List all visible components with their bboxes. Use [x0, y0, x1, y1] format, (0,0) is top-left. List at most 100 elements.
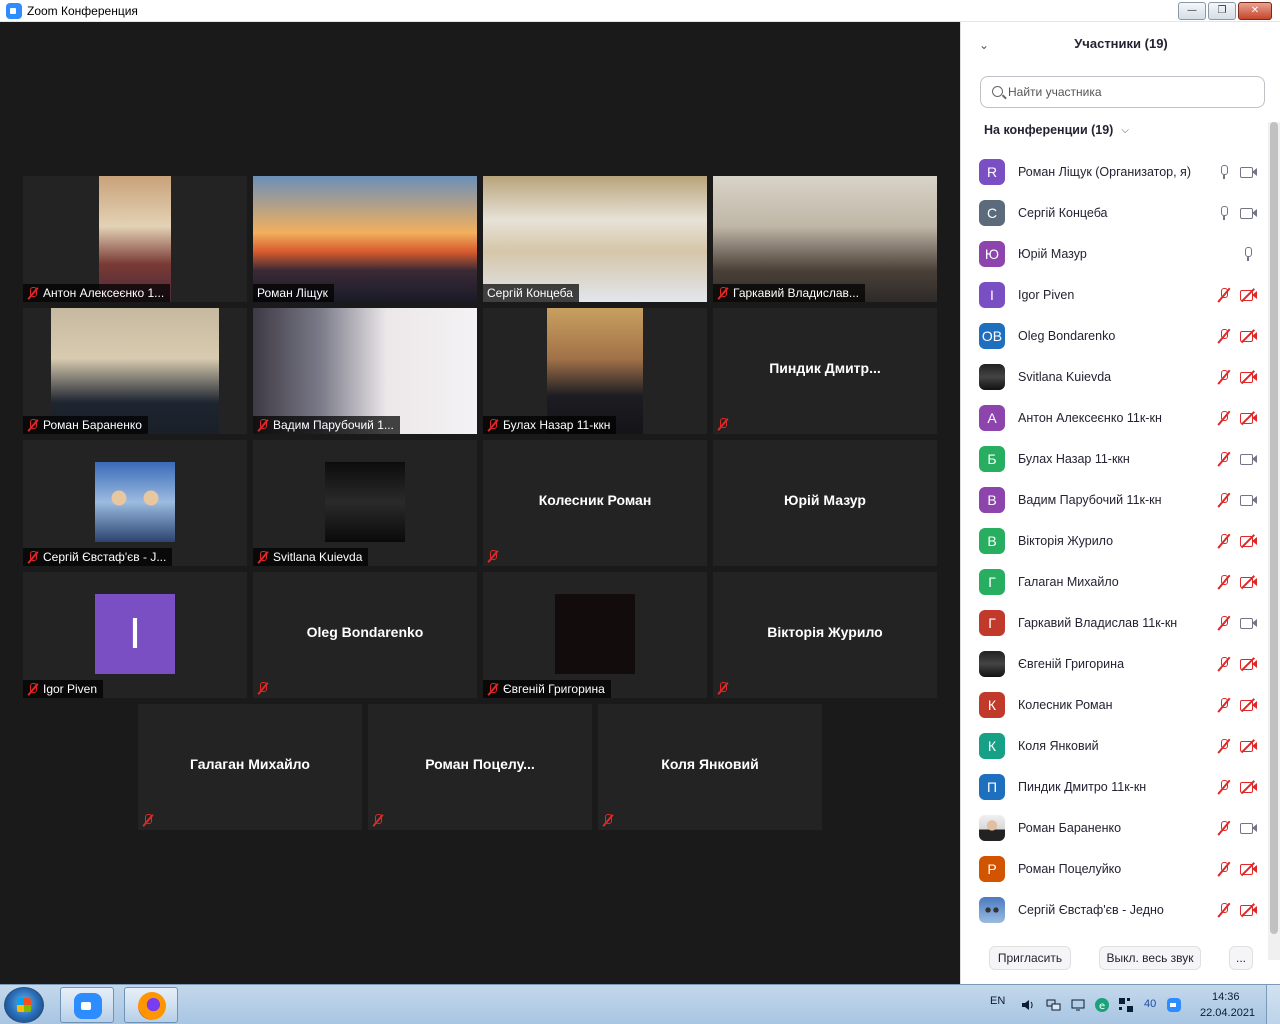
collapse-chevron-icon[interactable]: ⌄: [979, 38, 989, 52]
video-off-icon[interactable]: [1240, 861, 1258, 876]
video-off-icon[interactable]: [1240, 574, 1258, 589]
video-tile[interactable]: Сергій Євстаф'єв - J...: [23, 440, 247, 566]
video-off-icon[interactable]: [1240, 656, 1258, 671]
video-icon[interactable]: [1240, 207, 1258, 219]
language-indicator[interactable]: EN: [990, 995, 1005, 1007]
volume-icon[interactable]: [1020, 997, 1036, 1013]
video-tile[interactable]: Галаган Михайло: [138, 704, 362, 830]
video-tile[interactable]: Юрій Мазур: [713, 440, 937, 566]
video-tile[interactable]: Роман Поцелу...: [368, 704, 592, 830]
participant-row[interactable]: I Igor Piven: [961, 274, 1271, 315]
video-off-icon[interactable]: [1240, 369, 1258, 384]
video-icon[interactable]: [1240, 494, 1258, 506]
video-icon[interactable]: [1240, 822, 1258, 834]
video-tile[interactable]: I Igor Piven: [23, 572, 247, 698]
participant-list-scrollbar[interactable]: [1268, 122, 1280, 960]
mic-muted-icon[interactable]: [1218, 615, 1230, 631]
taskbar-firefox[interactable]: [124, 987, 178, 1023]
video-icon[interactable]: [1240, 453, 1258, 465]
video-tile[interactable]: Антон Алексеєнко 1...: [23, 176, 247, 302]
mic-muted-icon[interactable]: [1218, 820, 1230, 836]
mic-muted-icon[interactable]: [1218, 738, 1230, 754]
participant-row[interactable]: Г Гаркавий Владислав 11к-кн: [961, 602, 1271, 643]
invite-button[interactable]: Пригласить: [989, 946, 1071, 970]
video-off-icon[interactable]: [1240, 287, 1258, 302]
participant-row[interactable]: Б Булах Назар 11-ккн: [961, 438, 1271, 479]
show-desktop-button[interactable]: [1266, 985, 1280, 1024]
participant-row[interactable]: Ю Юрій Мазур: [961, 233, 1271, 274]
mic-muted-icon[interactable]: [1218, 533, 1230, 549]
video-off-icon[interactable]: [1240, 779, 1258, 794]
video-off-icon[interactable]: [1240, 328, 1258, 343]
mic-muted-icon[interactable]: [1218, 328, 1230, 344]
participant-row[interactable]: Євгеній Григорина: [961, 643, 1271, 684]
mic-icon[interactable]: [1218, 164, 1230, 180]
network-icon[interactable]: [1046, 997, 1062, 1013]
participant-row[interactable]: П Пиндик Дмитро 11к-кн: [961, 766, 1271, 807]
mic-muted-icon[interactable]: [1218, 861, 1230, 877]
clock-time[interactable]: 14:36: [1212, 991, 1240, 1003]
mic-muted-icon[interactable]: [1218, 779, 1230, 795]
video-icon[interactable]: [1240, 617, 1258, 629]
mic-muted-icon[interactable]: [1218, 410, 1230, 426]
participant-row[interactable]: А Антон Алексеєнко 11к-кн: [961, 397, 1271, 438]
mute-all-button[interactable]: Выкл. весь звук: [1099, 946, 1201, 970]
video-tile[interactable]: Колесник Роман: [483, 440, 707, 566]
participant-search[interactable]: [980, 76, 1265, 108]
video-tile[interactable]: Роман Бараненко: [23, 308, 247, 434]
video-off-icon[interactable]: [1240, 902, 1258, 917]
participant-row[interactable]: Роман Бараненко: [961, 807, 1271, 848]
mic-muted-icon[interactable]: [1218, 492, 1230, 508]
participant-row[interactable]: OB Oleg Bondarenko: [961, 315, 1271, 356]
video-off-icon[interactable]: [1240, 697, 1258, 712]
participant-row[interactable]: R Роман Ліщук (Организатор, я): [961, 151, 1271, 192]
video-tile[interactable]: Булах Назар 11-ккн: [483, 308, 707, 434]
video-tile[interactable]: Сергій Концеба: [483, 176, 707, 302]
participant-row[interactable]: В Вадим Парубочий 11к-кн: [961, 479, 1271, 520]
video-tile[interactable]: Євгеній Григорина: [483, 572, 707, 698]
search-input[interactable]: [1008, 82, 1258, 102]
participant-row[interactable]: Svitlana Kuievda: [961, 356, 1271, 397]
video-tile[interactable]: Пиндик Дмитр...: [713, 308, 937, 434]
mic-muted-icon[interactable]: [1218, 369, 1230, 385]
participant-row[interactable]: К Колесник Роман: [961, 684, 1271, 725]
participant-row[interactable]: К Коля Янковий: [961, 725, 1271, 766]
tray-badge[interactable]: 40: [1144, 998, 1156, 1010]
clock-date[interactable]: 22.04.2021: [1200, 1007, 1255, 1019]
zoom-tray-icon[interactable]: [1166, 997, 1182, 1013]
mic-muted-icon[interactable]: [1218, 451, 1230, 467]
participant-row[interactable]: В Вікторія Журило: [961, 520, 1271, 561]
scrollbar-thumb[interactable]: [1270, 122, 1278, 934]
video-off-icon[interactable]: [1240, 738, 1258, 753]
mic-muted-icon[interactable]: [1218, 697, 1230, 713]
video-off-icon[interactable]: [1240, 533, 1258, 548]
video-icon[interactable]: [1240, 166, 1258, 178]
qr-icon[interactable]: [1118, 997, 1134, 1013]
video-tile[interactable]: Коля Янковий: [598, 704, 822, 830]
mic-icon[interactable]: [1242, 246, 1254, 262]
participant-row[interactable]: Г Галаган Михайло: [961, 561, 1271, 602]
close-button[interactable]: ✕: [1238, 2, 1272, 20]
taskbar-zoom[interactable]: [60, 987, 114, 1023]
video-off-icon[interactable]: [1240, 410, 1258, 425]
mic-muted-icon[interactable]: [1218, 656, 1230, 672]
mic-icon[interactable]: [1218, 205, 1230, 221]
video-tile[interactable]: Вадим Парубочий 1...: [253, 308, 477, 434]
participant-row[interactable]: C Сергій Концеба: [961, 192, 1271, 233]
video-tile[interactable]: Svitlana Kuievda: [253, 440, 477, 566]
video-tile[interactable]: Oleg Bondarenko: [253, 572, 477, 698]
more-options-button[interactable]: ...: [1229, 946, 1253, 970]
participant-row[interactable]: Сергій Євстаф'єв - Jедно: [961, 889, 1271, 930]
edge-icon[interactable]: e: [1094, 997, 1110, 1013]
minimize-button[interactable]: —: [1178, 2, 1206, 20]
video-tile[interactable]: Гаркавий Владислав...: [713, 176, 937, 302]
start-button[interactable]: [4, 987, 44, 1023]
maximize-button[interactable]: ❐: [1208, 2, 1236, 20]
mic-muted-icon[interactable]: [1218, 574, 1230, 590]
video-tile[interactable]: Вікторія Журило: [713, 572, 937, 698]
participant-row[interactable]: Р Роман Поцелуйко: [961, 848, 1271, 889]
display-icon[interactable]: [1070, 997, 1086, 1013]
in-meeting-section-toggle[interactable]: На конференции (19) ⌵: [984, 123, 1129, 137]
mic-muted-icon[interactable]: [1218, 287, 1230, 303]
video-tile[interactable]: Роман Ліщук: [253, 176, 477, 302]
